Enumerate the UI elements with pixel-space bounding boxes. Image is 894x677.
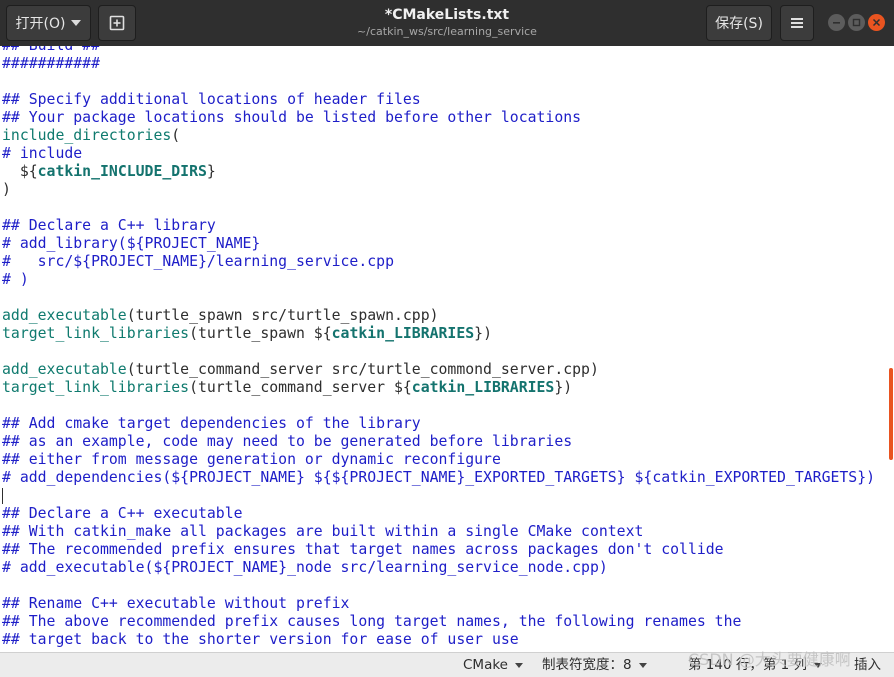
code-line[interactable]: ## Build ## (2, 46, 100, 55)
code-token: (turtle_spawn ${ (189, 325, 332, 342)
header-bar: 打开(O) *CMakeLists.txt ~/catkin_ws/src/le… (0, 0, 894, 46)
code-token: target_link_libraries (2, 325, 190, 342)
chevron-down-icon (71, 20, 82, 26)
code-token: ( (171, 127, 181, 144)
code-token: ## Build ## (2, 46, 100, 54)
chevron-down-icon (638, 662, 647, 668)
maximize-icon (852, 18, 861, 27)
code-line[interactable]: # add_dependencies(${PROJECT_NAME} ${${P… (2, 469, 875, 487)
code-token: ## as an example, code may need to be ge… (2, 433, 573, 450)
code-token: include_directories (2, 127, 172, 144)
new-document-button[interactable] (98, 5, 136, 41)
code-token: ## Rename C++ executable without prefix (2, 595, 350, 612)
code-token: ## Your package locations should be list… (2, 109, 582, 126)
code-token: (turtle_command_server ${ (189, 379, 412, 396)
code-line[interactable]: target_link_libraries(turtle_spawn ${cat… (2, 325, 492, 343)
code-token: }) (554, 379, 573, 396)
close-button[interactable] (868, 14, 885, 31)
code-line[interactable]: ## Declare a C++ executable (2, 505, 243, 523)
code-line[interactable]: ########### (2, 55, 100, 73)
code-line[interactable]: # src/${PROJECT_NAME}/learning_service.c… (2, 253, 394, 271)
code-line[interactable]: add_executable(turtle_command_server src… (2, 361, 599, 379)
code-token: # add_executable(${PROJECT_NAME}_node sr… (2, 559, 608, 576)
code-token: ## Declare a C++ library (2, 217, 216, 234)
window-subtitle: ~/catkin_ws/src/learning_service (357, 25, 537, 38)
code-line[interactable]: ## as an example, code may need to be ge… (2, 433, 572, 451)
code-editor[interactable]: ## Build ############# ## Specify additio… (0, 46, 888, 652)
window-title: *CMakeLists.txt (384, 7, 510, 23)
code-token: catkin_LIBRARIES (411, 379, 555, 396)
code-token: ${ (2, 163, 38, 180)
code-token: # add_dependencies(${PROJECT_NAME} ${${P… (2, 469, 876, 486)
code-line[interactable]: ${catkin_INCLUDE_DIRS} (2, 163, 216, 181)
maximize-button[interactable] (848, 14, 865, 31)
language-label: CMake (463, 657, 508, 673)
minimize-icon (833, 22, 840, 24)
code-token: ## The above recommended prefix causes l… (2, 613, 742, 630)
vertical-scrollbar[interactable] (888, 46, 894, 652)
open-button-label: 打开(O) (15, 16, 66, 32)
insert-mode-indicator: 插入 (854, 656, 881, 674)
window-title-block: *CMakeLists.txt ~/catkin_ws/src/learning… (250, 6, 644, 40)
code-token: ## With catkin_make all packages are bui… (2, 523, 644, 540)
code-line[interactable]: ## Your package locations should be list… (2, 109, 581, 127)
save-button[interactable]: 保存(S) (706, 5, 772, 41)
code-token: # include (2, 145, 83, 162)
hamburger-menu-icon (791, 18, 803, 28)
menu-button[interactable] (780, 5, 814, 41)
code-token: (turtle_command_server src/turtle_common… (126, 361, 599, 378)
chevron-down-icon (515, 662, 523, 668)
code-token: catkin_LIBRARIES (331, 325, 475, 342)
code-token: } (206, 163, 216, 180)
code-token: # src/${PROJECT_NAME}/learning_service.c… (2, 253, 394, 270)
watermark: CSDN @大头要健康啊 (688, 650, 851, 669)
code-token: # ) (2, 271, 29, 288)
code-token: (turtle_spawn src/turtle_spawn.cpp) (126, 307, 439, 324)
open-button[interactable]: 打开(O) (6, 5, 91, 41)
minimize-button[interactable] (828, 14, 845, 31)
new-document-icon (109, 15, 125, 31)
code-line[interactable]: ## Declare a C++ library (2, 217, 216, 235)
code-token: ## The recommended prefix ensures that t… (2, 541, 724, 558)
code-line[interactable]: ## target back to the shorter version fo… (2, 631, 519, 649)
insert-mode-label: 插入 (854, 657, 881, 673)
close-icon (872, 18, 881, 27)
code-line[interactable]: ## either from message generation or dyn… (2, 451, 501, 469)
save-button-label: 保存(S) (715, 16, 763, 32)
code-line[interactable]: # include (2, 145, 82, 163)
code-token: add_executable (2, 307, 127, 324)
code-line[interactable]: target_link_libraries(turtle_command_ser… (2, 379, 572, 397)
code-token: ## either from message generation or dyn… (2, 451, 501, 468)
code-line[interactable]: ## With catkin_make all packages are bui… (2, 523, 643, 541)
scrollbar-thumb[interactable] (889, 368, 893, 460)
code-token: catkin_INCLUDE_DIRS (37, 163, 207, 180)
code-token: ## Declare a C++ executable (2, 505, 243, 522)
code-line[interactable]: # add_library(${PROJECT_NAME} (2, 235, 260, 253)
code-token: ## target back to the shorter version fo… (2, 631, 519, 648)
language-selector[interactable]: CMake (463, 656, 523, 674)
code-token: ########### (2, 55, 100, 72)
code-token: target_link_libraries (2, 379, 190, 396)
code-line[interactable]: add_executable(turtle_spawn src/turtle_s… (2, 307, 439, 325)
tab-width-label: 制表符宽度：8 (542, 657, 632, 673)
code-line[interactable]: # ) (2, 271, 29, 289)
code-token: ## Specify additional locations of heade… (2, 91, 421, 108)
code-line[interactable]: ) (2, 181, 11, 199)
text-cursor (2, 488, 3, 504)
code-line[interactable]: ## Add cmake target dependencies of the … (2, 415, 421, 433)
tab-width-selector[interactable]: 制表符宽度：8 (542, 656, 647, 674)
code-token: }) (474, 325, 492, 342)
code-line[interactable]: include_directories( (2, 127, 180, 145)
code-token: ) (2, 181, 11, 198)
code-line[interactable]: ## The above recommended prefix causes l… (2, 613, 741, 631)
code-token: ## Add cmake target dependencies of the … (2, 415, 421, 432)
code-token: # add_library(${PROJECT_NAME} (2, 235, 261, 252)
code-token: add_executable (2, 361, 127, 378)
code-line[interactable]: ## Rename C++ executable without prefix (2, 595, 349, 613)
code-line[interactable]: # add_executable(${PROJECT_NAME}_node sr… (2, 559, 608, 577)
code-line[interactable]: ## Specify additional locations of heade… (2, 91, 421, 109)
code-line[interactable]: ## The recommended prefix ensures that t… (2, 541, 724, 559)
